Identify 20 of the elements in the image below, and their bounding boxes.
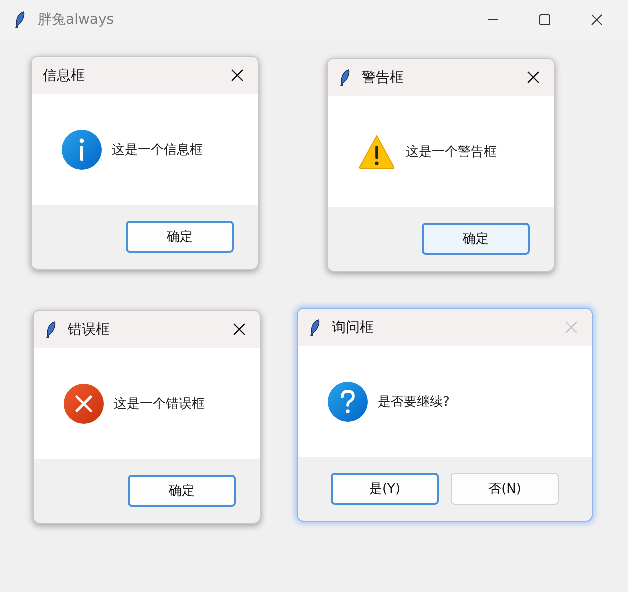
close-icon[interactable] [233, 323, 246, 336]
dialog-title: 警告框 [362, 68, 404, 86]
dialog-title: 错误框 [68, 320, 110, 338]
dialog-button[interactable]: 确定 [126, 221, 234, 253]
close-icon[interactable] [527, 71, 540, 84]
dialog-message: 这是一个信息框 [112, 142, 203, 158]
feather-icon [14, 11, 26, 29]
dialog-button[interactable]: 确定 [422, 223, 530, 255]
window-title: 胖兔always [38, 11, 114, 29]
dialog-message: 这是一个错误框 [114, 396, 205, 412]
dialog-title: 信息框 [43, 66, 85, 84]
dialog-title: 询问框 [332, 318, 374, 336]
dialog-button[interactable]: 是(Y) [331, 473, 439, 505]
dialog-message: 这是一个警告框 [406, 144, 497, 160]
dialog-button[interactable]: 否(N) [451, 473, 559, 505]
dialog-message: 是否要继续? [378, 394, 450, 410]
close-icon[interactable] [591, 14, 603, 26]
dialog-button[interactable]: 确定 [128, 475, 236, 507]
maximize-icon[interactable] [539, 14, 551, 26]
close-icon[interactable] [231, 69, 244, 82]
